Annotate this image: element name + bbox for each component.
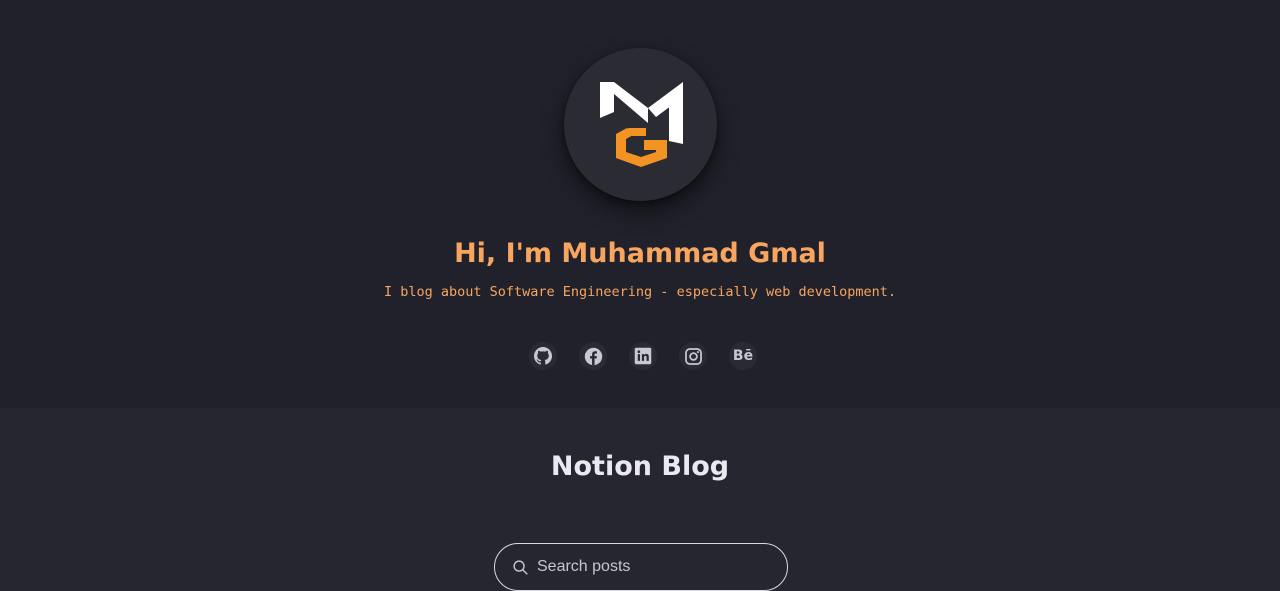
instagram-icon xyxy=(684,347,702,365)
linkedin-icon xyxy=(634,347,652,365)
mg-logo xyxy=(600,82,683,167)
search-box[interactable] xyxy=(494,543,788,591)
blog-title: Notion Blog xyxy=(550,451,730,482)
github-icon xyxy=(534,347,552,365)
instagram-link[interactable] xyxy=(679,342,707,370)
facebook-icon xyxy=(584,347,602,365)
facebook-link[interactable] xyxy=(579,342,607,370)
hero-subtitle: I blog about Software Engineering - espe… xyxy=(383,284,897,300)
linkedin-link[interactable] xyxy=(629,342,657,370)
hero-title: Hi, I'm Muhammad Gmal xyxy=(454,238,826,269)
hero-section: Hi, I'm Muhammad Gmal I blog about Softw… xyxy=(0,0,1280,408)
github-link[interactable] xyxy=(529,342,557,370)
avatar xyxy=(564,48,717,201)
social-links: Bē xyxy=(529,342,757,370)
search-input[interactable] xyxy=(537,554,767,580)
search-icon xyxy=(513,560,528,575)
behance-icon: Bē xyxy=(732,348,754,364)
behance-link[interactable]: Bē xyxy=(729,342,757,370)
